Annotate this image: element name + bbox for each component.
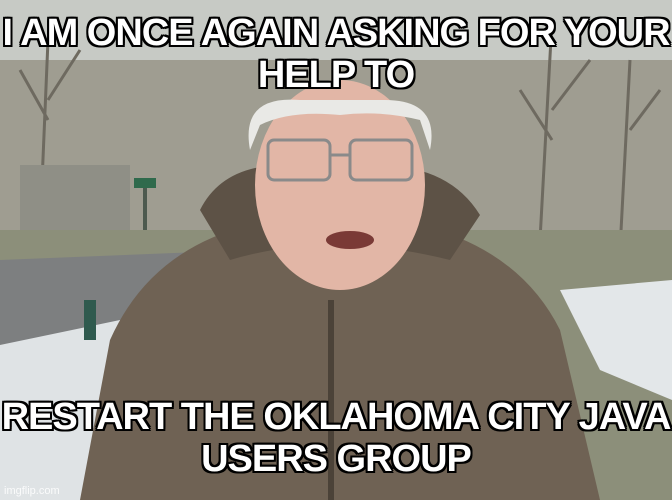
mouth (326, 231, 374, 249)
house (20, 165, 130, 235)
street-sign (134, 178, 156, 188)
top-caption: I AM ONCE AGAIN ASKING FOR YOUR HELP TO (2, 12, 670, 96)
green-bollard (84, 300, 96, 340)
bottom-caption: RESTART THE OKLAHOMA CITY JAVA USERS GRO… (1, 396, 672, 480)
meme-image: I AM ONCE AGAIN ASKING FOR YOUR HELP TO … (0, 0, 672, 500)
imgflip-watermark: imgflip.com (4, 485, 60, 497)
